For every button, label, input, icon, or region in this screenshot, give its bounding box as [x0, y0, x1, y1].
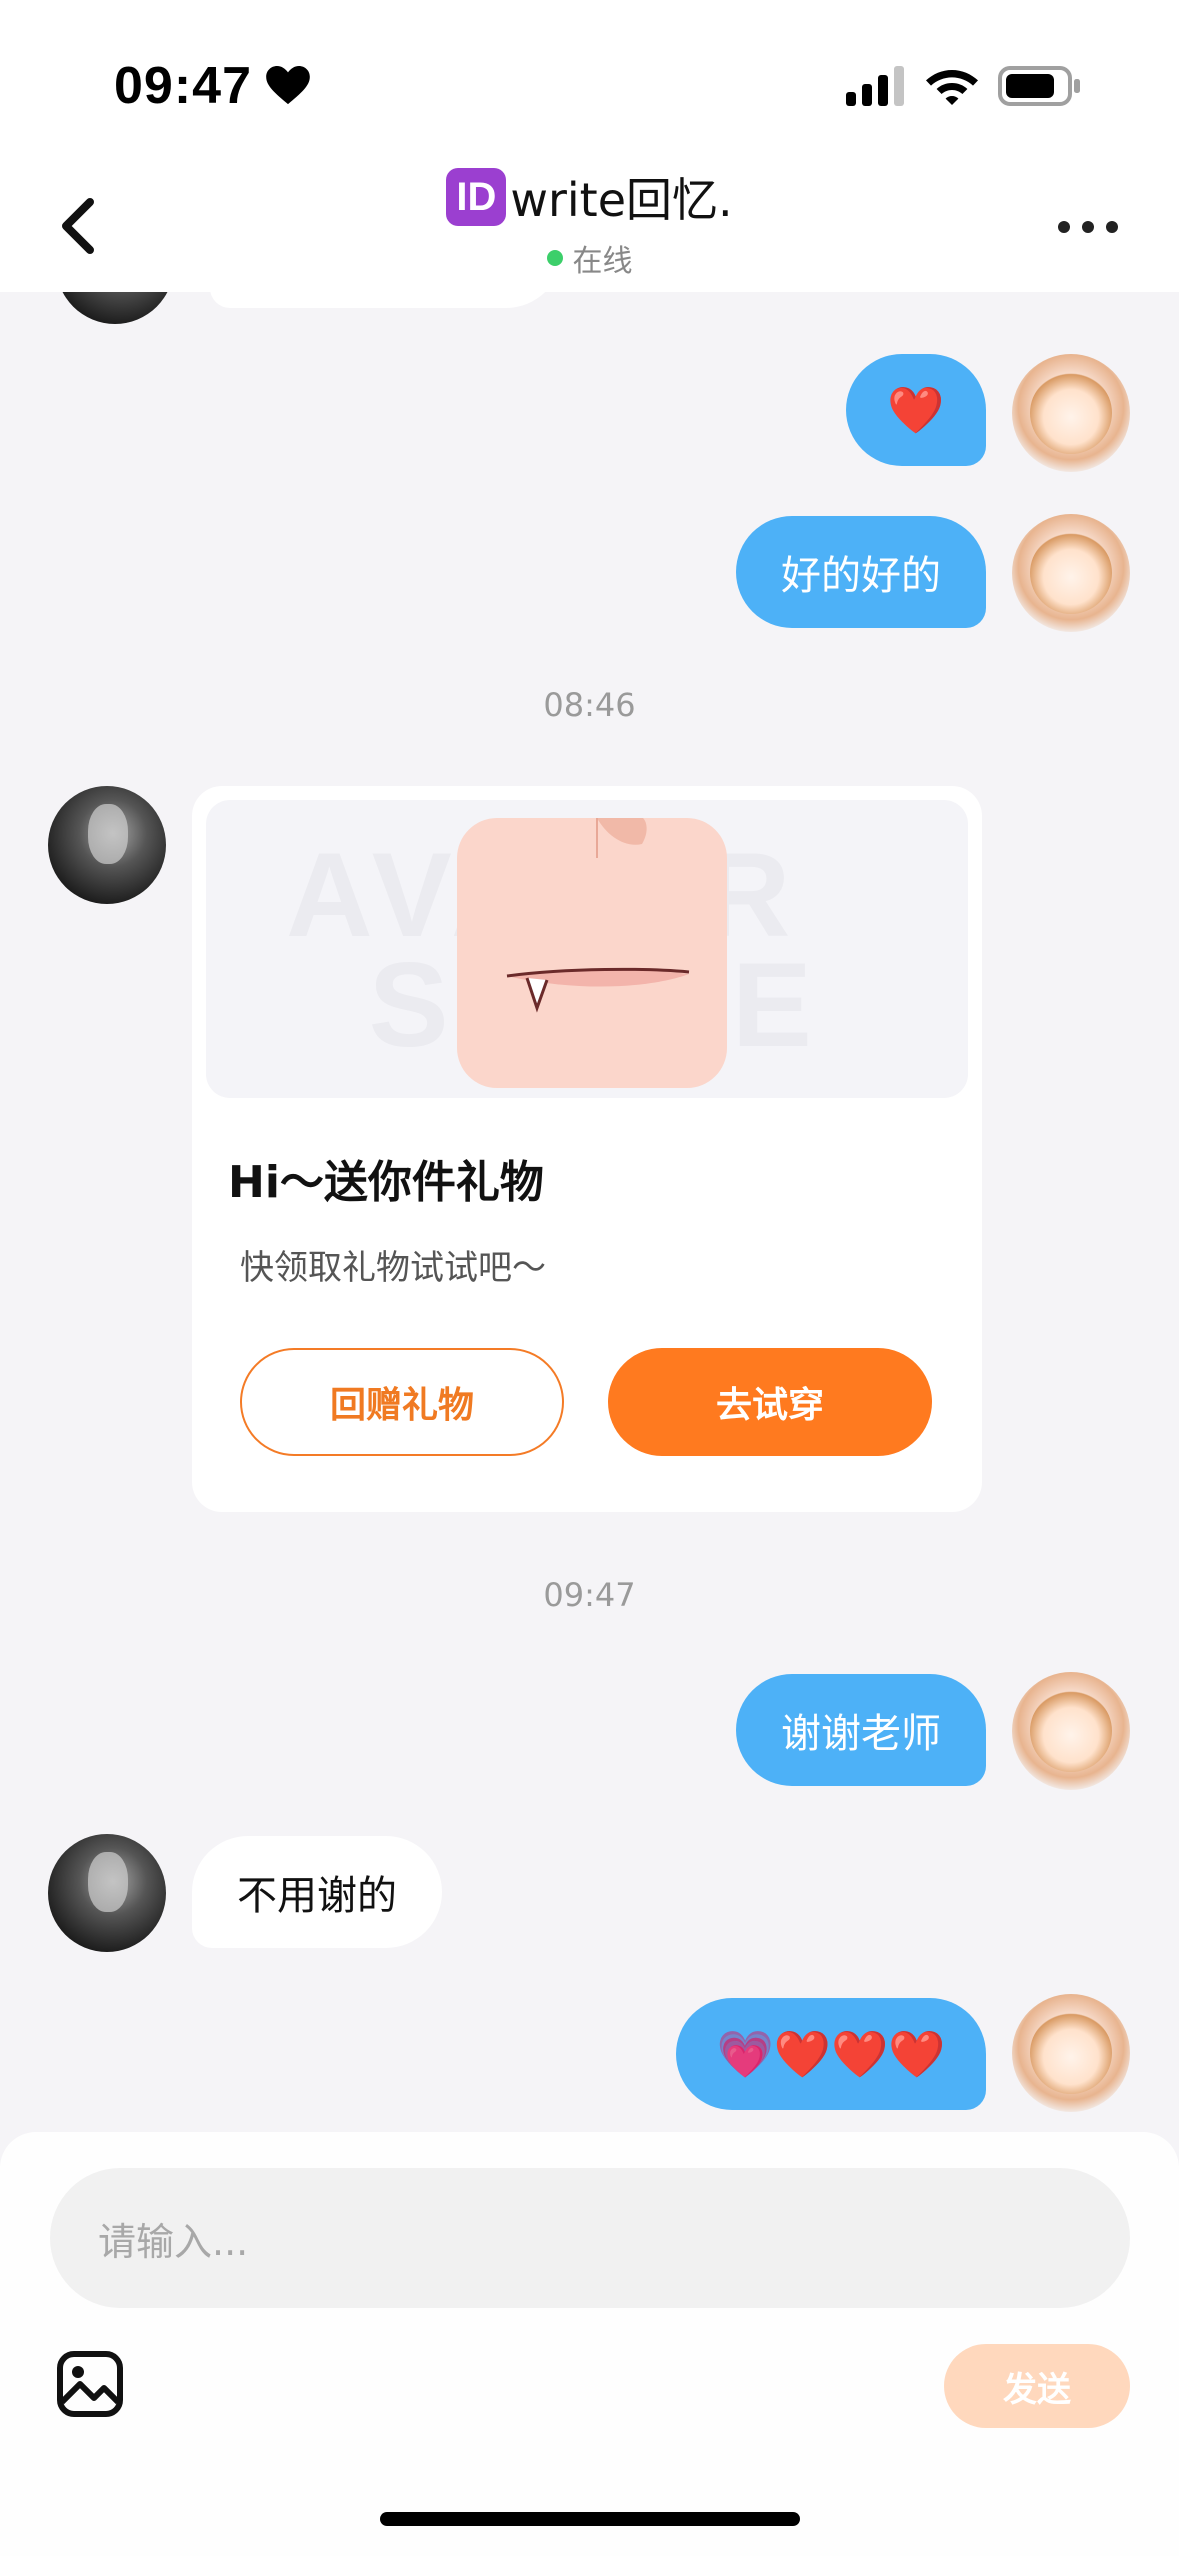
more-options-button[interactable] — [1058, 220, 1118, 234]
status-time: 09:47 — [114, 57, 252, 115]
chat-messages[interactable]: ❤️ 好的好的 08:46 AVATAR STORE Hi～送你件礼物 快领取礼… — [0, 292, 1179, 2132]
gift-product-image — [457, 818, 727, 1088]
message-bubble: 好的好的 — [736, 516, 986, 628]
home-indicator — [380, 2512, 800, 2526]
message-input[interactable]: 请输入... — [50, 2168, 1130, 2308]
avatar[interactable] — [1012, 354, 1130, 472]
try-on-button[interactable]: 去试穿 — [608, 1348, 932, 1456]
online-status-text: 在线 — [572, 244, 633, 279]
online-status: 在线 — [0, 236, 1179, 280]
lips-icon — [506, 818, 690, 1013]
gift-subtitle: 快领取礼物试试吧～ — [240, 1248, 546, 1288]
message-text: ❤️ — [887, 383, 945, 437]
avatar[interactable] — [48, 786, 166, 904]
return-gift-button[interactable]: 回赠礼物 — [240, 1348, 564, 1456]
contact-name: write回忆. — [510, 173, 733, 227]
id-badge-icon: ID — [446, 168, 507, 226]
message-bubble: ❤️ — [846, 354, 986, 466]
chat-title: ID write回忆. — [446, 164, 733, 230]
avatar[interactable] — [1012, 514, 1130, 632]
message-bubble: 谢谢老师 — [736, 1674, 986, 1786]
avatar[interactable] — [1012, 1994, 1130, 2112]
image-icon[interactable] — [56, 2350, 124, 2418]
gift-image: AVATAR STORE — [206, 800, 968, 1098]
status-bar: 09:47 — [0, 0, 1179, 150]
chat-title-area: ID write回忆. 在线 — [0, 164, 1179, 280]
message-bubble: 不用谢的 — [192, 1836, 442, 1948]
message-text: 好的好的 — [781, 553, 941, 599]
message-text: 谢谢老师 — [781, 1711, 941, 1757]
send-button[interactable]: 发送 — [944, 2344, 1130, 2428]
message-text: 不用谢的 — [237, 1873, 397, 1919]
avatar[interactable] — [1012, 1672, 1130, 1790]
avatar[interactable] — [56, 292, 174, 324]
battery-icon — [998, 66, 1080, 106]
message-text: 💗❤️❤️❤️ — [716, 2027, 946, 2081]
message-bubble: 💗❤️❤️❤️ — [676, 1998, 986, 2110]
gift-title: Hi～送你件礼物 — [228, 1157, 544, 1208]
input-placeholder: 请输入... — [98, 2219, 249, 2264]
cellular-signal-icon — [846, 66, 904, 106]
input-panel: 请输入... 发送 — [0, 2132, 1179, 2556]
timestamp: 08:46 — [543, 686, 636, 724]
avatar[interactable] — [48, 1834, 166, 1952]
more-dots-icon — [1058, 221, 1070, 233]
online-dot-icon — [546, 250, 563, 266]
message-bubble — [210, 292, 562, 308]
chat-header: ID write回忆. 在线 — [0, 150, 1179, 292]
heart-icon — [266, 66, 310, 105]
wifi-icon — [926, 70, 978, 105]
gift-card[interactable]: AVATAR STORE Hi～送你件礼物 快领取礼物试试吧～ 回赠礼物 去试穿 — [192, 786, 982, 1512]
timestamp: 09:47 — [543, 1576, 636, 1614]
